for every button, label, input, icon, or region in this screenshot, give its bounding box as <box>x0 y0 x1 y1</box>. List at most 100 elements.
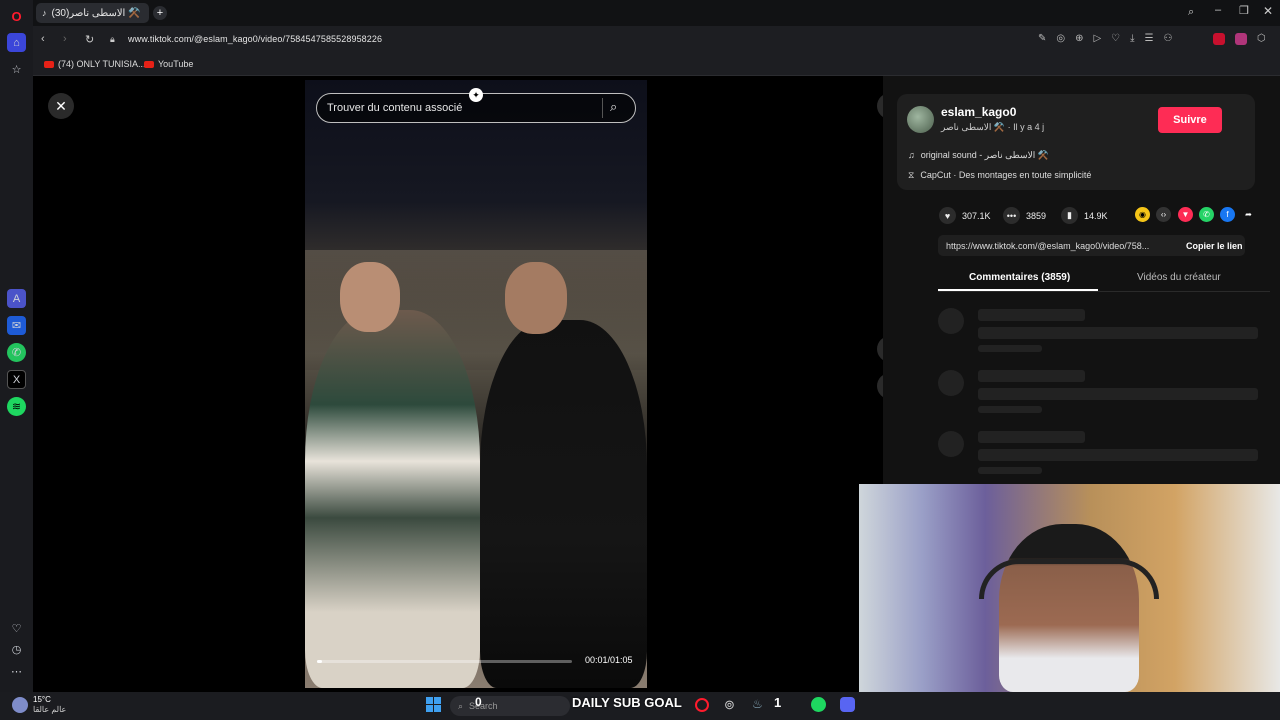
youtube-icon <box>44 60 54 68</box>
windows-start-icon[interactable] <box>426 697 441 712</box>
related-search-input[interactable]: Trouver du contenu associé ⌕ ✦ <box>316 88 636 123</box>
share-arrow-icon[interactable]: ➦ <box>1241 207 1256 222</box>
tab-comments[interactable]: Commentaires (3859) <box>969 272 1070 283</box>
likes-stat[interactable]: ♥ 307.1K <box>939 207 991 224</box>
comment-skeleton-avatar <box>938 370 964 396</box>
heart-icon[interactable]: ♡ <box>7 619 26 638</box>
more-icon[interactable]: ⋯ <box>7 662 26 681</box>
x-icon[interactable]: X <box>7 370 26 389</box>
music-note-icon: ♫ <box>908 150 915 160</box>
new-tab-button[interactable]: + <box>153 6 167 20</box>
browser-sidebar: O ⌂ ☆ A ✉ ✆ X ≋ ♡ ◷ ⋯ <box>0 0 33 692</box>
address-bar: ‹ › ↻ 🔒︎ www.tiktok.com/@eslam_kago0/vid… <box>33 26 1280 54</box>
discord-icon[interactable] <box>840 697 855 712</box>
vpn-icon[interactable] <box>1235 33 1247 45</box>
comment-skeleton-line <box>978 388 1258 400</box>
spotify-icon[interactable]: ≋ <box>7 397 26 416</box>
copy-link-button[interactable]: Copier le lien <box>1186 241 1243 251</box>
steam-icon[interactable]: ♨ <box>752 697 763 711</box>
lock-icon: 🔒︎ <box>110 34 115 44</box>
opera-logo-icon[interactable]: O <box>7 7 26 26</box>
bookmark-youtube[interactable]: YouTube <box>144 59 193 69</box>
close-video-button[interactable]: ✕ <box>48 93 74 119</box>
coin-icon[interactable]: ◉ <box>1135 207 1150 222</box>
home-icon[interactable]: ⌂ <box>7 33 26 52</box>
sound-row[interactable]: ♫ original sound - الاسطى ناصر ⚒️ <box>908 150 1049 161</box>
bookmark-icon: ▮ <box>1061 207 1078 224</box>
minimize-button[interactable]: – <box>1215 4 1221 16</box>
comments-stat[interactable]: ••• 3859 <box>1003 207 1046 224</box>
tab-title: (30)الاسطى ناصر ⚒️ <box>51 7 141 19</box>
share-link-box: https://www.tiktok.com/@eslam_kago0/vide… <box>938 235 1245 256</box>
cube-icon[interactable]: ⬡ <box>1257 33 1266 44</box>
progress-bar[interactable] <box>317 660 572 663</box>
sub-goal-count: 1 <box>774 695 782 710</box>
back-button[interactable]: ‹ <box>41 33 45 45</box>
url-field[interactable]: www.tiktok.com/@eslam_kago0/video/758454… <box>128 34 382 44</box>
embed-icon[interactable]: ‹› <box>1156 207 1171 222</box>
whatsapp-share-icon[interactable]: ✆ <box>1199 207 1214 222</box>
comment-skeleton-line <box>978 345 1042 352</box>
avatar[interactable] <box>907 106 934 133</box>
face-left <box>340 262 400 332</box>
obs-icon[interactable]: ⊚ <box>724 697 735 713</box>
saves-stat[interactable]: ▮ 14.9K <box>1061 207 1108 224</box>
comment-skeleton-line <box>978 406 1042 413</box>
search-icon: ⌕ <box>458 700 464 711</box>
share-link-text[interactable]: https://www.tiktok.com/@eslam_kago0/vide… <box>946 241 1149 251</box>
bookmarks-bar: (74) ONLY TUNISIA... YouTube <box>33 54 1280 76</box>
face-right <box>505 262 567 334</box>
follow-button[interactable]: Suivre <box>1158 107 1222 133</box>
capcut-row[interactable]: ⧖ CapCut · Des montages en toute simplic… <box>908 170 1091 181</box>
comment-skeleton-line <box>978 327 1258 339</box>
creator-card: eslam_kago0 الاسطى ناصر ⚒️ · Il y a 4 j … <box>897 94 1255 190</box>
tab-creator-videos[interactable]: Vidéos du créateur <box>1137 272 1221 283</box>
forward-button[interactable]: › <box>63 33 67 45</box>
whatsapp-icon[interactable]: ✆ <box>7 343 26 362</box>
star-icon[interactable]: ☆ <box>7 60 26 79</box>
youtube-icon <box>144 60 154 68</box>
close-window-button[interactable]: ✕ <box>1263 4 1273 18</box>
streamer <box>999 524 1139 692</box>
opera-taskbar-icon[interactable] <box>695 698 709 712</box>
toolbar-icons[interactable]: ✎◎⊕▷♡⤓☰⚇ <box>1038 33 1183 44</box>
person-right <box>480 320 647 688</box>
person-left <box>305 310 480 688</box>
send-icon[interactable]: ▼ <box>1178 207 1193 222</box>
sparkle-icon: ✦ <box>469 88 483 102</box>
search-icon[interactable]: ⌕ <box>610 99 617 115</box>
comment-skeleton-line <box>978 431 1085 443</box>
facebook-share-icon[interactable]: f <box>1220 207 1235 222</box>
creator-username[interactable]: eslam_kago0 <box>941 105 1016 119</box>
taskbar-search[interactable]: ⌕ Search <box>450 696 570 716</box>
tab-strip: ♪ (30)الاسطى ناصر ⚒️ + ⌕ – ❐ ✕ <box>33 0 1280 26</box>
extension-icon[interactable] <box>1213 33 1225 45</box>
messenger-icon[interactable]: ✉ <box>7 316 26 335</box>
video-time: 00:01/01:05 <box>585 655 633 665</box>
history-icon[interactable]: ◷ <box>7 640 26 659</box>
heart-icon: ♥ <box>939 207 956 224</box>
comment-icon: ••• <box>1003 207 1020 224</box>
daily-sub-goal-label: DAILY SUB GOAL <box>572 695 682 710</box>
aria-icon[interactable]: A <box>7 289 26 308</box>
tiktok-icon: ♪ <box>42 8 47 18</box>
search-tabs-icon[interactable]: ⌕ <box>1188 6 1194 19</box>
comment-skeleton-line <box>978 309 1085 321</box>
comment-skeleton-line <box>978 370 1085 382</box>
weather-icon[interactable] <box>12 697 28 713</box>
reload-button[interactable]: ↻ <box>85 33 94 46</box>
headset <box>979 559 1159 599</box>
bookmark-only-tunisia[interactable]: (74) ONLY TUNISIA... <box>44 59 146 69</box>
video-player[interactable]: 00:01/01:05 <box>305 80 647 688</box>
comment-skeleton-avatar <box>938 308 964 334</box>
divider <box>602 98 603 118</box>
details-panel: eslam_kago0 الاسطى ناصر ⚒️ · Il y a 4 j … <box>883 76 1280 484</box>
comment-skeleton-avatar <box>938 431 964 457</box>
maximize-button[interactable]: ❐ <box>1239 4 1249 17</box>
taskbar: 15°C عالم عالقا ⌕ Search 0 DAILY SUB GOA… <box>0 692 1280 720</box>
search-counter: 0 <box>475 695 482 709</box>
comment-skeleton-line <box>978 449 1258 461</box>
tab-tiktok[interactable]: ♪ (30)الاسطى ناصر ⚒️ <box>36 3 149 23</box>
creator-subtitle: الاسطى ناصر ⚒️ · Il y a 4 j <box>941 122 1045 132</box>
spotify-taskbar-icon[interactable] <box>811 697 826 712</box>
